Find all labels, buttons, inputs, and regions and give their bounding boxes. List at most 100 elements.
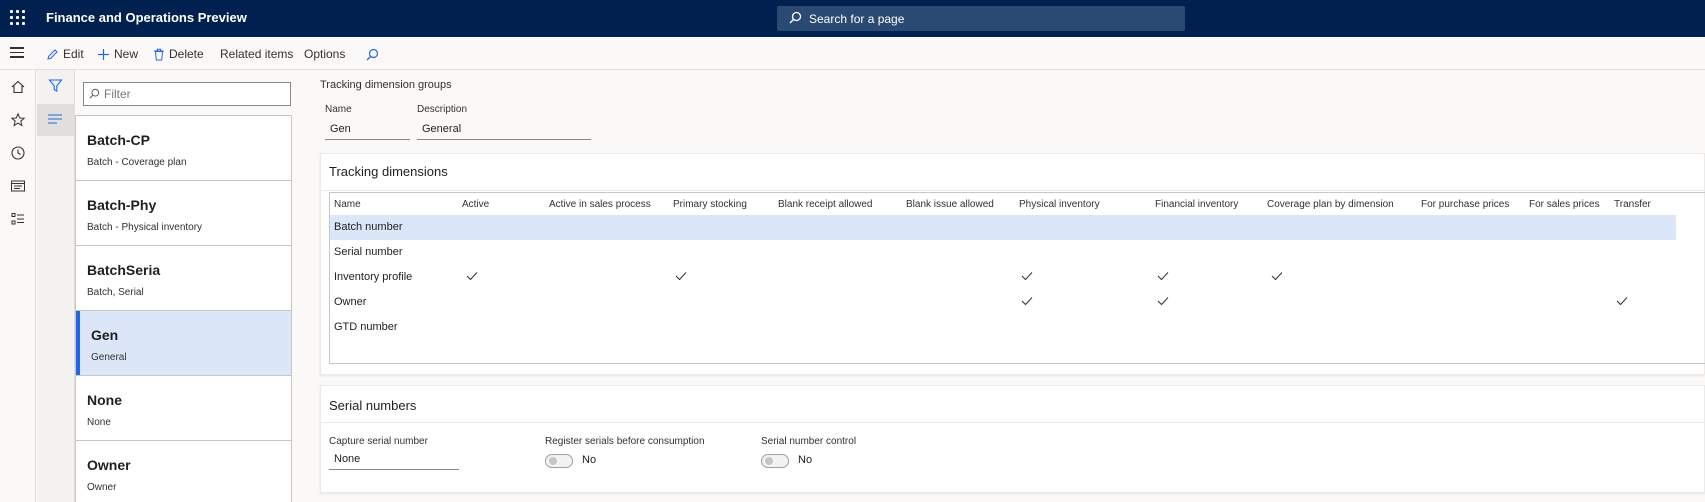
related-items-button[interactable]: Related items: [220, 46, 293, 62]
list-item-name: Owner: [87, 457, 131, 473]
card-divider: [321, 190, 1704, 191]
col-header-primary-stocking[interactable]: Primary stocking: [673, 199, 747, 210]
col-header-physical-inventory[interactable]: Physical inventory: [1019, 199, 1100, 210]
pencil-icon: [47, 48, 58, 60]
list-item-description: Batch - Coverage plan: [87, 157, 187, 168]
col-header-sales-prices[interactable]: For sales prices: [1529, 199, 1600, 210]
name-field[interactable]: Gen: [325, 120, 410, 140]
search-icon: [789, 11, 802, 27]
register-serials-toggle[interactable]: [545, 454, 573, 468]
checkmark-icon[interactable]: [1271, 271, 1283, 281]
detail-pane: Tracking dimension groups Name Gen Descr…: [298, 70, 1705, 502]
list-item-name: Batch-Phy: [87, 197, 157, 213]
search-placeholder: Search for a page: [809, 12, 905, 26]
row-name: GTD number: [334, 321, 398, 333]
col-header-financial-inventory[interactable]: Financial inventory: [1155, 199, 1238, 210]
app-title[interactable]: Finance and Operations Preview: [46, 10, 247, 25]
modules-list-icon[interactable]: [10, 211, 26, 227]
serial-numbers-card: Serial numbers Capture serial number Non…: [320, 385, 1705, 493]
list-item-description: Owner: [87, 482, 117, 493]
col-header-active[interactable]: Active: [462, 199, 489, 210]
col-header-name[interactable]: Name: [334, 199, 361, 210]
page-caption: Tracking dimension groups: [320, 79, 452, 91]
col-header-blank-issue[interactable]: Blank issue allowed: [906, 199, 994, 210]
capture-serial-select[interactable]: None: [329, 450, 459, 470]
checkmark-icon[interactable]: [1021, 271, 1033, 281]
app-launcher-icon[interactable]: [10, 10, 26, 26]
workspaces-icon[interactable]: [10, 178, 26, 194]
plus-icon: [98, 48, 109, 60]
description-field[interactable]: General: [417, 120, 591, 140]
col-header-active-sales[interactable]: Active in sales process: [549, 199, 651, 210]
row-name: Inventory profile: [334, 271, 413, 283]
serial-numbers-title[interactable]: Serial numbers: [329, 398, 416, 413]
col-header-coverage-plan[interactable]: Coverage plan by dimension: [1267, 199, 1394, 210]
checkmark-icon[interactable]: [675, 271, 687, 281]
action-search-button[interactable]: [366, 46, 379, 62]
new-label: New: [114, 47, 139, 61]
table-row[interactable]: GTD number: [330, 315, 1676, 340]
serial-control-label: Serial number control: [761, 436, 857, 447]
list-item[interactable]: Batch-CP Batch - Coverage plan: [76, 116, 291, 181]
table-row[interactable]: Batch number: [330, 215, 1676, 240]
options-label: Options: [304, 47, 346, 61]
list-item[interactable]: Batch-Phy Batch - Physical inventory: [76, 181, 291, 246]
card-divider: [321, 422, 1704, 423]
table-row[interactable]: Inventory profile: [330, 265, 1676, 290]
list-item-name: Batch-CP: [87, 132, 151, 148]
list-item[interactable]: Owner Owner: [76, 441, 291, 502]
list-filter-column: [37, 70, 75, 502]
name-label: Name: [325, 104, 352, 115]
options-tab[interactable]: Options: [304, 46, 345, 62]
edit-label: Edit: [63, 47, 84, 61]
table-row[interactable]: Owner: [330, 290, 1676, 315]
hamburger-menu-icon[interactable]: [10, 47, 24, 59]
checkmark-icon[interactable]: [1616, 296, 1628, 306]
list-item-description: Batch - Physical inventory: [87, 222, 203, 233]
list-item-description: Batch, Serial: [87, 287, 144, 298]
col-header-transfer[interactable]: Transfer: [1614, 199, 1651, 210]
related-items-label: Related items: [220, 47, 294, 61]
list-lines-icon: [48, 114, 62, 124]
edit-button[interactable]: Edit: [46, 46, 84, 62]
col-header-blank-receipt[interactable]: Blank receipt allowed: [778, 199, 873, 210]
home-icon[interactable]: [10, 79, 26, 95]
tracking-dimensions-grid: Name Active Active in sales process Prim…: [329, 192, 1705, 364]
checkmark-icon[interactable]: [466, 271, 478, 281]
table-row[interactable]: Serial number: [330, 240, 1676, 265]
search-icon: [89, 88, 100, 102]
show-list-button[interactable]: [37, 104, 75, 136]
capture-serial-label: Capture serial number: [329, 436, 428, 447]
register-serials-label: Register serials before consumption: [545, 436, 705, 447]
checkmark-icon[interactable]: [1157, 296, 1169, 306]
checkmark-icon[interactable]: [1157, 271, 1169, 281]
navigation-rail: [0, 70, 36, 502]
serial-control-value: No: [798, 454, 813, 466]
row-name: Batch number: [334, 221, 403, 233]
new-button[interactable]: New: [97, 46, 138, 62]
list-item-selected[interactable]: Gen General: [76, 311, 291, 376]
list-filter-input[interactable]: [83, 82, 291, 106]
favorites-star-icon[interactable]: [10, 112, 26, 128]
recent-clock-icon[interactable]: [10, 145, 26, 161]
checkmark-icon[interactable]: [1021, 296, 1033, 306]
row-name: Owner: [334, 296, 367, 308]
page-search-box[interactable]: Search for a page: [777, 6, 1185, 31]
list-item-description: None: [87, 417, 111, 428]
serial-control-toggle[interactable]: [761, 454, 789, 468]
tracking-dimensions-card: Tracking dimensions Name Active Active i…: [320, 153, 1705, 375]
action-pane: Edit New Delete Related items Options: [0, 37, 1705, 70]
record-list-pane: Batch-CP Batch - Coverage plan Batch-Phy…: [75, 70, 298, 502]
description-label: Description: [417, 104, 468, 115]
list-item[interactable]: None None: [76, 376, 291, 441]
delete-button[interactable]: Delete: [153, 46, 204, 62]
top-nav-bar: Finance and Operations Preview Search fo…: [0, 0, 1705, 37]
list-item-name: BatchSeria: [87, 262, 161, 278]
trash-icon: [154, 48, 164, 60]
list-item-name: Gen: [91, 327, 119, 343]
funnel-filter-icon[interactable]: [48, 78, 63, 96]
tracking-dimensions-title[interactable]: Tracking dimensions: [329, 164, 448, 179]
col-header-purchase-prices[interactable]: For purchase prices: [1421, 199, 1509, 210]
list-item[interactable]: BatchSeria Batch, Serial: [76, 246, 291, 311]
record-list: Batch-CP Batch - Coverage plan Batch-Phy…: [75, 115, 292, 502]
